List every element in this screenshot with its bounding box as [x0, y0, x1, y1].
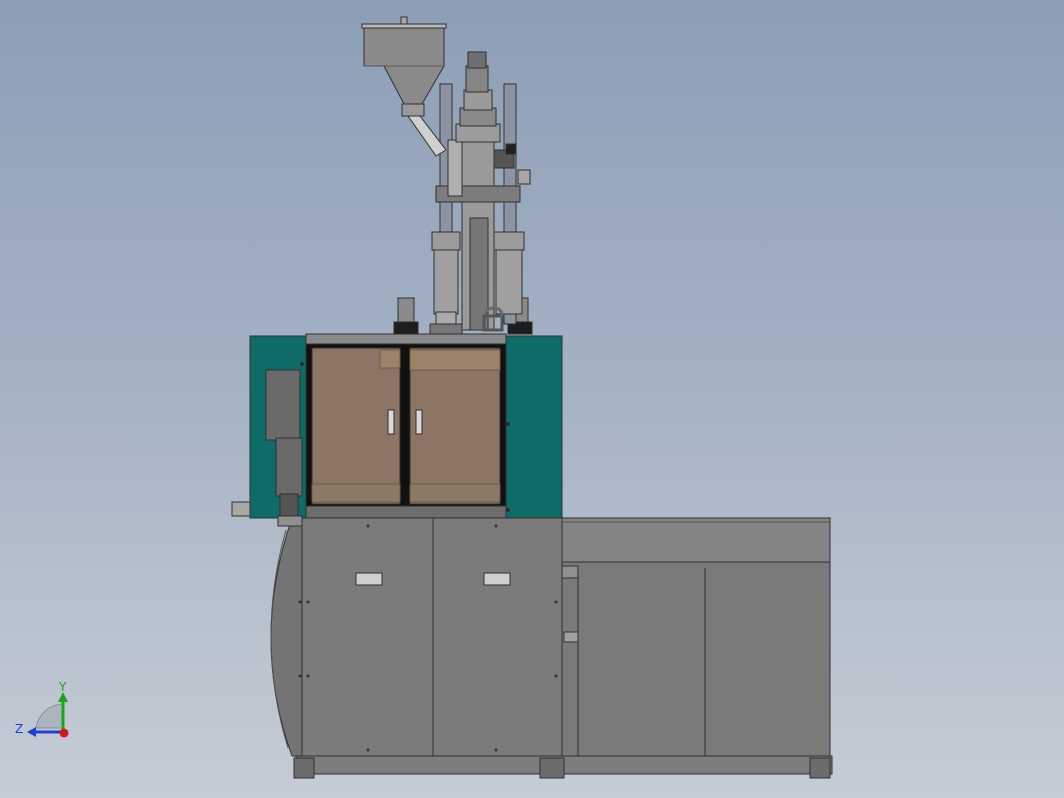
cabinet-handle-right — [483, 572, 511, 586]
injection-machine-drawing: Y Z — [15, 16, 833, 779]
z-axis-label: Z — [15, 722, 23, 736]
machine-base — [293, 755, 833, 779]
hopper — [361, 16, 447, 157]
x-axis-dot — [59, 728, 69, 738]
cabinet-handle-left — [355, 572, 383, 586]
clamp-unit — [231, 333, 563, 527]
cad-viewport[interactable]: Y Z — [0, 0, 1064, 798]
control-box — [265, 369, 301, 441]
y-axis-label: Y — [58, 680, 67, 694]
axis-triad: Y Z — [15, 680, 69, 738]
mould-window-left — [311, 347, 401, 505]
mould-window-right — [409, 347, 501, 505]
lower-cabinet — [270, 515, 563, 757]
side-cabinet — [561, 517, 831, 757]
